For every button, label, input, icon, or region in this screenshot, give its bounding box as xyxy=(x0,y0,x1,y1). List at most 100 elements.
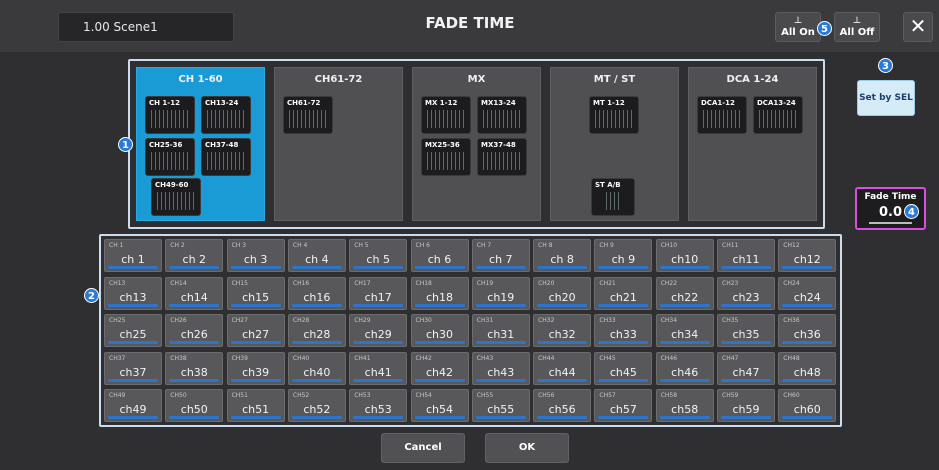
channel-button[interactable]: CH13 ch13 xyxy=(104,276,162,310)
channel-name: ch48 xyxy=(793,365,821,379)
channel-button[interactable]: CH18 ch18 xyxy=(410,276,469,310)
channel-number: CH33 xyxy=(599,317,616,324)
scene-display[interactable]: 1.00 Scene1 xyxy=(58,12,234,42)
channel-name: ch42 xyxy=(425,365,454,379)
channel-button[interactable]: CH44 ch44 xyxy=(533,351,592,385)
channel-number: CH24 xyxy=(783,279,800,287)
channel-color-bar xyxy=(721,416,771,419)
channel-button[interactable]: CH15 ch15 xyxy=(226,276,285,310)
channel-number: CH13 xyxy=(109,279,126,287)
all-on-button[interactable]: ⊥ All On xyxy=(775,12,821,42)
channel-button[interactable]: CH 1 ch 1 xyxy=(104,239,162,272)
channel-button[interactable]: CH48 ch48 xyxy=(778,351,837,385)
channel-number: CH29 xyxy=(354,317,371,324)
channel-button[interactable]: CH14 ch14 xyxy=(165,276,224,310)
channel-button[interactable]: CH45 ch45 xyxy=(594,351,653,385)
fade-time-dialog: 1.00 Scene1 FADE TIME ⊥ All On 5 ⊥ All O… xyxy=(0,0,939,470)
channel-button[interactable]: CH38 ch38 xyxy=(165,351,224,385)
channel-button[interactable]: CH54 ch54 xyxy=(410,389,469,422)
channel-button[interactable]: CH33 ch33 xyxy=(594,314,653,347)
channel-button[interactable]: CH 7 ch 7 xyxy=(471,239,530,272)
channel-button[interactable]: CH 6 ch 6 xyxy=(410,239,469,272)
channel-button[interactable]: CH50 ch50 xyxy=(165,389,224,422)
channel-name: ch39 xyxy=(242,365,270,379)
channel-name: ch30 xyxy=(425,328,454,341)
channel-group-selector: CH 1-60 CH 1-12 CH13-24 CH25-36 CH37-48 … xyxy=(118,59,825,229)
channel-button[interactable]: CH55 ch55 xyxy=(471,389,530,422)
channel-button[interactable]: CH16 ch16 xyxy=(287,276,346,310)
channel-button[interactable]: CH32 ch32 xyxy=(533,314,592,347)
channel-color-bar xyxy=(598,341,649,344)
channel-button[interactable]: CH20 ch20 xyxy=(533,276,592,310)
block-label: DCA1-12 xyxy=(701,99,735,107)
channel-button[interactable]: CH60 ch60 xyxy=(778,389,837,422)
channel-button[interactable]: CH47 ch47 xyxy=(717,351,775,385)
channel-button[interactable]: CH11 ch11 xyxy=(717,239,775,272)
group-mx[interactable]: MX MX 1-12 MX13-24 MX25-36 MX37-48 xyxy=(412,67,541,221)
channel-button[interactable]: CH 8 ch 8 xyxy=(533,239,592,272)
group-ch61-72[interactable]: CH61-72 CH61-72 xyxy=(274,67,403,221)
channel-button[interactable]: CH46 ch46 xyxy=(655,351,714,385)
channel-button[interactable]: CH42 ch42 xyxy=(410,351,469,385)
fader-strip-icon xyxy=(157,192,195,210)
channel-name: ch44 xyxy=(548,365,576,379)
channel-button[interactable]: CH41 ch41 xyxy=(349,351,408,385)
set-by-sel-button[interactable]: Set by SEL xyxy=(857,80,915,116)
channel-button[interactable]: CH 2 ch 2 xyxy=(165,239,224,272)
channel-number: CH19 xyxy=(476,279,494,287)
channel-button[interactable]: CH56 ch56 xyxy=(533,389,592,422)
channel-button[interactable]: CH 9 ch 9 xyxy=(594,239,653,272)
channel-button[interactable]: CH12 ch12 xyxy=(778,239,837,272)
channel-button[interactable]: CH30 ch30 xyxy=(410,314,469,347)
channel-button[interactable]: CH40 ch40 xyxy=(287,351,346,385)
channel-button[interactable]: CH19 ch19 xyxy=(471,276,530,310)
channel-button[interactable]: CH 3 ch 3 xyxy=(226,239,285,272)
channel-button[interactable]: CH58 ch58 xyxy=(655,389,714,422)
channel-button[interactable]: CH49 ch49 xyxy=(104,389,162,422)
cancel-button[interactable]: Cancel xyxy=(381,433,465,463)
channel-button[interactable]: CH37 ch37 xyxy=(104,351,162,385)
channel-color-bar xyxy=(414,341,465,344)
channel-color-bar xyxy=(353,341,404,344)
channel-button[interactable]: CH36 ch36 xyxy=(778,314,837,347)
channel-button[interactable]: CH28 ch28 xyxy=(287,314,346,347)
channel-number: CH45 xyxy=(599,354,616,362)
channel-button[interactable]: CH10 ch10 xyxy=(655,239,714,272)
group-dca1-24[interactable]: DCA 1-24 DCA1-12 DCA13-24 xyxy=(688,67,817,221)
channel-button[interactable]: CH31 ch31 xyxy=(471,314,530,347)
all-off-button[interactable]: ⊥ All Off xyxy=(834,12,880,42)
channel-button[interactable]: CH57 ch57 xyxy=(594,389,653,422)
channel-number: CH38 xyxy=(170,354,187,362)
channel-number: CH43 xyxy=(476,354,494,362)
channel-button[interactable]: CH25 ch25 xyxy=(104,314,162,347)
channel-color-bar xyxy=(169,378,220,382)
channel-number: CH37 xyxy=(109,354,126,362)
channel-button[interactable]: CH 4 ch 4 xyxy=(287,239,346,272)
channel-number: CH35 xyxy=(722,317,739,324)
channel-button[interactable]: CH24 ch24 xyxy=(778,276,837,310)
channel-button[interactable]: CH43 ch43 xyxy=(471,351,530,385)
channel-button[interactable]: CH51 ch51 xyxy=(226,389,285,422)
channel-button[interactable]: CH34 ch34 xyxy=(655,314,714,347)
channel-button[interactable]: CH27 ch27 xyxy=(226,314,285,347)
channel-button[interactable]: CH52 ch52 xyxy=(287,389,346,422)
channel-color-bar xyxy=(659,303,710,307)
channel-button[interactable]: CH29 ch29 xyxy=(349,314,408,347)
channel-button[interactable]: CH 5 ch 5 xyxy=(349,239,408,272)
dialog-title: FADE TIME xyxy=(425,14,515,32)
channel-button[interactable]: CH39 ch39 xyxy=(226,351,285,385)
channel-name: ch57 xyxy=(609,403,637,416)
group-ch1-60[interactable]: CH 1-60 CH 1-12 CH13-24 CH25-36 CH37-48 … xyxy=(136,67,265,221)
channel-button[interactable]: CH35 ch35 xyxy=(717,314,775,347)
channel-button[interactable]: CH53 ch53 xyxy=(349,389,408,422)
ok-button[interactable]: OK xyxy=(485,433,569,463)
channel-button[interactable]: CH22 ch22 xyxy=(655,276,714,310)
channel-button[interactable]: CH21 ch21 xyxy=(594,276,653,310)
channel-button[interactable]: CH26 ch26 xyxy=(165,314,224,347)
channel-button[interactable]: CH17 ch17 xyxy=(349,276,408,310)
channel-button[interactable]: CH59 ch59 xyxy=(717,389,775,422)
group-mt-st[interactable]: MT / ST MT 1-12 ST A/B xyxy=(550,67,679,221)
channel-number: CH55 xyxy=(476,392,494,399)
close-button[interactable]: ✕ xyxy=(903,12,933,42)
channel-button[interactable]: CH23 ch23 xyxy=(717,276,775,310)
